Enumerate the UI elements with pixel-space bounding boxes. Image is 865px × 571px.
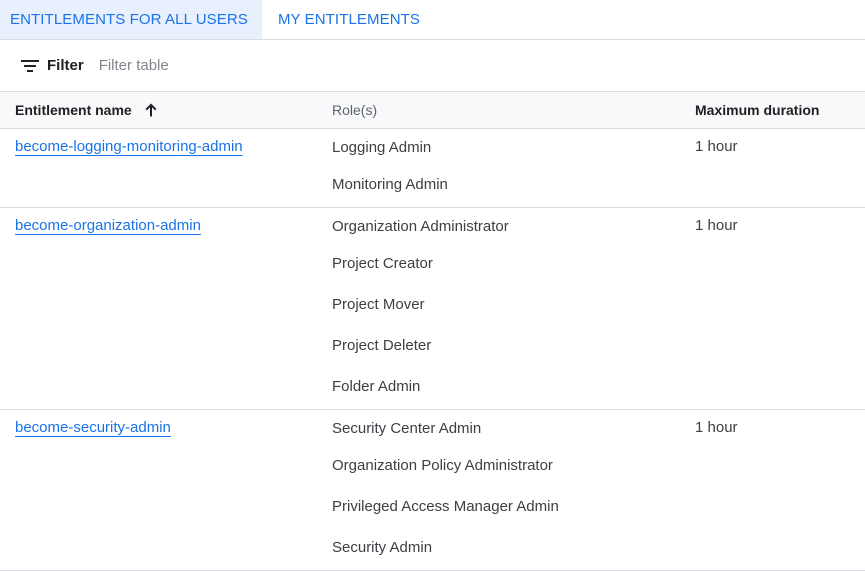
role-item: Security Center Admin bbox=[332, 420, 482, 437]
column-header-entitlement-name-label: Entitlement name bbox=[15, 102, 132, 118]
tab-my-entitlements[interactable]: MY ENTITLEMENTS bbox=[262, 0, 434, 39]
tab-entitlements-for-all-users[interactable]: ENTITLEMENTS FOR ALL USERS bbox=[0, 0, 262, 39]
table-row: become-security-admin Security Center Ad… bbox=[0, 410, 865, 571]
role-item: Security Admin bbox=[332, 539, 433, 556]
entitlement-link[interactable]: become-logging-monitoring-admin bbox=[15, 138, 243, 155]
duration-cell: 1 hour bbox=[695, 217, 738, 234]
table-header: Entitlement name Role(s) Maximum duratio… bbox=[0, 92, 865, 129]
table-row: become-organization-admin Organization A… bbox=[0, 208, 865, 410]
entitlement-link[interactable]: become-organization-admin bbox=[15, 217, 201, 234]
filter-table-input[interactable] bbox=[98, 57, 399, 74]
entitlements-table: Entitlement name Role(s) Maximum duratio… bbox=[0, 92, 865, 571]
entitlement-name-cell: become-logging-monitoring-admin bbox=[0, 129, 316, 207]
column-header-roles: Role(s) bbox=[332, 102, 378, 118]
roles-cell: Organization Administrator Project Creat… bbox=[316, 208, 679, 409]
role-item: Monitoring Admin bbox=[332, 176, 448, 193]
column-header-maximum-duration: Maximum duration bbox=[695, 102, 820, 118]
duration-cell: 1 hour bbox=[695, 138, 738, 155]
role-item: Privileged Access Manager Admin bbox=[332, 498, 559, 515]
filter-label[interactable]: Filter bbox=[47, 57, 84, 74]
role-item: Folder Admin bbox=[332, 378, 421, 395]
filter-list-icon[interactable] bbox=[21, 59, 39, 73]
table-row: become-logging-monitoring-admin Logging … bbox=[0, 129, 865, 208]
role-item: Project Deleter bbox=[332, 337, 432, 354]
role-item: Organization Administrator bbox=[332, 218, 509, 235]
role-item: Project Mover bbox=[332, 296, 425, 313]
duration-cell: 1 hour bbox=[695, 419, 738, 436]
role-item: Logging Admin bbox=[332, 139, 432, 156]
entitlement-name-cell: become-security-admin bbox=[0, 410, 316, 570]
column-header-entitlement-name[interactable]: Entitlement name bbox=[0, 102, 316, 118]
role-item: Project Creator bbox=[332, 255, 433, 272]
role-item: Organization Policy Administrator bbox=[332, 457, 553, 474]
arrow-up-icon[interactable] bbox=[143, 102, 159, 118]
filter-bar: Filter bbox=[0, 40, 865, 92]
roles-cell: Security Center Admin Organization Polic… bbox=[316, 410, 679, 570]
entitlement-name-cell: become-organization-admin bbox=[0, 208, 316, 409]
entitlement-link[interactable]: become-security-admin bbox=[15, 419, 171, 436]
roles-cell: Logging Admin Monitoring Admin bbox=[316, 129, 679, 207]
tab-bar: ENTITLEMENTS FOR ALL USERS MY ENTITLEMEN… bbox=[0, 0, 865, 40]
